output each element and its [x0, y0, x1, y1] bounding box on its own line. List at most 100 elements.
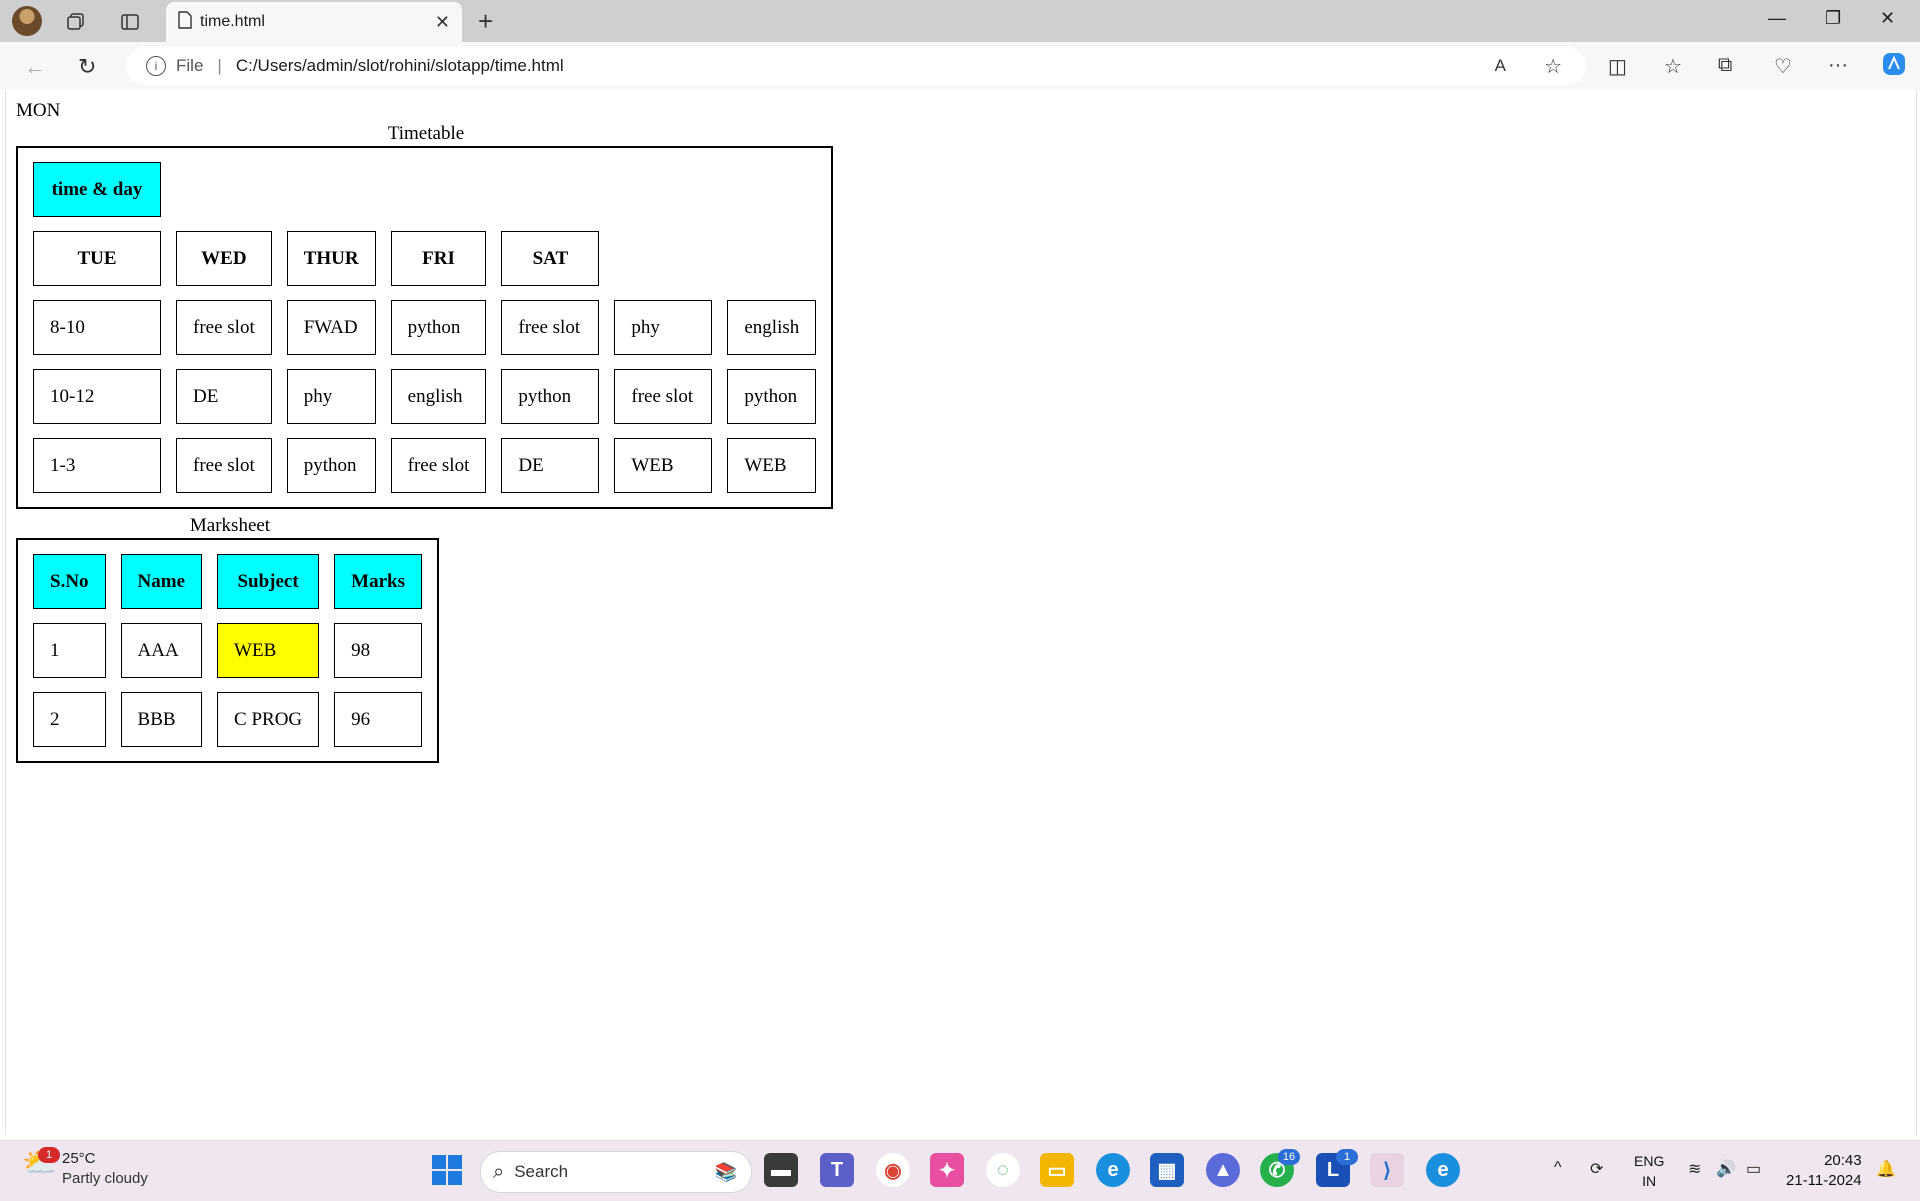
more-menu-icon[interactable]: ··· — [1828, 54, 1848, 77]
lang-line2: IN — [1642, 1173, 1657, 1189]
timetable: time & day TUE WED THUR FRI SAT 8-10 fre… — [16, 146, 834, 509]
slot-cell: DE — [176, 369, 272, 424]
search-placeholder: Search — [514, 1162, 569, 1181]
timetable-header-row: time & day — [33, 162, 816, 217]
tab-time-html[interactable]: time.html ✕ — [166, 2, 462, 42]
edge-app-icon[interactable]: e — [1096, 1153, 1130, 1187]
weather-widget[interactable]: ⛅ 1 25°C Partly cloudy — [22, 1147, 148, 1189]
marksheet-row: 1 AAA WEB 98 — [33, 623, 422, 678]
sync-status-icon[interactable]: ⟳ — [1590, 1159, 1603, 1179]
slot-cell: english — [727, 300, 817, 355]
page-icon — [178, 10, 192, 34]
slot-cell: WEB — [614, 438, 713, 493]
browser-toolbar: ← ↻ i File | C:/Users/admin/slot/rohini/… — [0, 42, 1920, 90]
browser-essentials-icon[interactable]: ♡ — [1774, 54, 1792, 79]
app-launcher-icon[interactable]: ▲ — [1206, 1153, 1240, 1187]
marksheet-header: Subject — [217, 554, 320, 609]
time-cell: 10-12 — [33, 369, 161, 424]
marks-cell: 96 — [334, 692, 422, 747]
edge-active-app-icon[interactable]: e — [1426, 1153, 1460, 1187]
day-header: FRI — [390, 231, 487, 286]
slot-cell: free slot — [501, 300, 600, 355]
marks-cell: 98 — [334, 623, 422, 678]
marksheet-header: Name — [120, 554, 203, 609]
workspaces-icon[interactable] — [62, 8, 90, 36]
close-window-icon[interactable]: ✕ — [1880, 8, 1895, 29]
slot-cell: python — [390, 300, 487, 355]
subject-cell: WEB — [217, 623, 320, 678]
sno-cell: 2 — [33, 692, 106, 747]
address-separator: | — [217, 56, 222, 75]
day-header: WED — [176, 231, 272, 286]
search-icon: ⌕ — [493, 1160, 505, 1183]
copilot-icon[interactable] — [1880, 50, 1908, 84]
back-icon[interactable]: ← — [24, 54, 46, 80]
profile-avatar[interactable] — [12, 6, 42, 36]
start-windows-icon[interactable] — [432, 1155, 462, 1185]
volume-icon[interactable]: 🔊 — [1716, 1159, 1736, 1179]
show-hidden-icons-chevron[interactable]: ^ — [1554, 1159, 1562, 1177]
favorites-icon[interactable]: ☆ — [1664, 54, 1682, 79]
file-label: File — [176, 56, 204, 75]
slot-cell: FWAD — [286, 300, 376, 355]
lang-line1: ENG — [1634, 1153, 1665, 1169]
timetable-caption: Timetable — [387, 123, 465, 144]
wifi-icon[interactable]: ≋ — [1688, 1159, 1701, 1179]
day-header: TUE — [33, 231, 161, 286]
page-viewport: MON Timetable time & day TUE WED THUR FR… — [5, 90, 1917, 1135]
minimize-icon[interactable]: — — [1768, 8, 1786, 29]
read-aloud-icon[interactable]: A — [1495, 56, 1506, 76]
chrome-app-icon[interactable]: ◉ — [876, 1153, 910, 1187]
restore-icon[interactable]: ❐ — [1825, 8, 1841, 29]
time-cell: 8-10 — [33, 300, 161, 355]
timetable-days-row: TUE WED THUR FRI SAT — [33, 231, 816, 286]
slot-cell: free slot — [176, 438, 272, 493]
marksheet-header: S.No — [33, 554, 106, 609]
file-viewer-app-icon[interactable]: ▬ — [764, 1153, 798, 1187]
search-highlight-icon: 📚 — [714, 1161, 737, 1182]
address-url[interactable]: C:/Users/admin/slot/rohini/slotapp/time.… — [236, 56, 564, 76]
copilot-app-icon[interactable]: ✦ — [930, 1153, 964, 1187]
battery-icon[interactable]: ▭ — [1746, 1159, 1761, 1179]
clock-time: 20:43 — [1824, 1152, 1862, 1169]
close-tab-icon[interactable]: ✕ — [435, 12, 450, 33]
marksheet-caption: Marksheet — [189, 515, 271, 536]
marksheet-row: 2 BBB C PROG 96 — [33, 692, 422, 747]
slot-cell: free slot — [176, 300, 272, 355]
mon-label: MON — [16, 100, 61, 121]
language-indicator[interactable]: ENG IN — [1634, 1151, 1664, 1191]
notifications-bell-icon[interactable]: 🔔 — [1876, 1159, 1896, 1179]
slot-cell: free slot — [614, 369, 713, 424]
l-app-badge: 1 — [1336, 1149, 1358, 1165]
slot-cell: python — [727, 369, 817, 424]
browser-tab-bar: time.html ✕ + — ❐ ✕ — [0, 0, 1920, 42]
whatsapp-badge: 16 — [1278, 1149, 1300, 1165]
day-header: SAT — [501, 231, 600, 286]
refresh-icon[interactable]: ↻ — [78, 54, 96, 80]
new-tab-icon[interactable]: + — [478, 6, 493, 37]
info-icon[interactable]: i — [146, 56, 166, 76]
teams-app-icon[interactable]: T — [820, 1153, 854, 1187]
weather-condition: Partly cloudy — [62, 1170, 148, 1187]
favorite-star-icon[interactable]: ☆ — [1544, 54, 1562, 79]
slot-cell: phy — [286, 369, 376, 424]
system-clock[interactable]: 20:43 21-11-2024 — [1786, 1151, 1862, 1191]
split-screen-icon[interactable]: ◫ — [1608, 54, 1627, 79]
vscode-app-icon[interactable]: ⟩ — [1370, 1153, 1404, 1187]
clock-date: 21-11-2024 — [1786, 1172, 1862, 1189]
taskbar-search[interactable]: ⌕ Search 📚 — [480, 1151, 752, 1193]
collections-icon[interactable]: ⧉ — [1718, 54, 1732, 77]
time-day-header: time & day — [33, 162, 161, 217]
name-cell: BBB — [120, 692, 203, 747]
slot-cell: python — [501, 369, 600, 424]
slot-cell: DE — [501, 438, 600, 493]
weather-temp: 25°C — [62, 1150, 96, 1167]
sync-app-icon[interactable]: ◌ — [986, 1153, 1020, 1187]
slot-cell: python — [286, 438, 376, 493]
address-bar[interactable]: i File | C:/Users/admin/slot/rohini/slot… — [126, 47, 1586, 85]
name-cell: AAA — [120, 623, 203, 678]
windows-taskbar: ⛅ 1 25°C Partly cloudy ⌕ Search 📚 ▬ T ◉ … — [0, 1140, 1920, 1201]
store-app-icon[interactable]: ▦ — [1150, 1153, 1184, 1187]
file-explorer-icon[interactable]: ▭ — [1040, 1153, 1074, 1187]
vertical-tabs-icon[interactable] — [116, 8, 144, 36]
